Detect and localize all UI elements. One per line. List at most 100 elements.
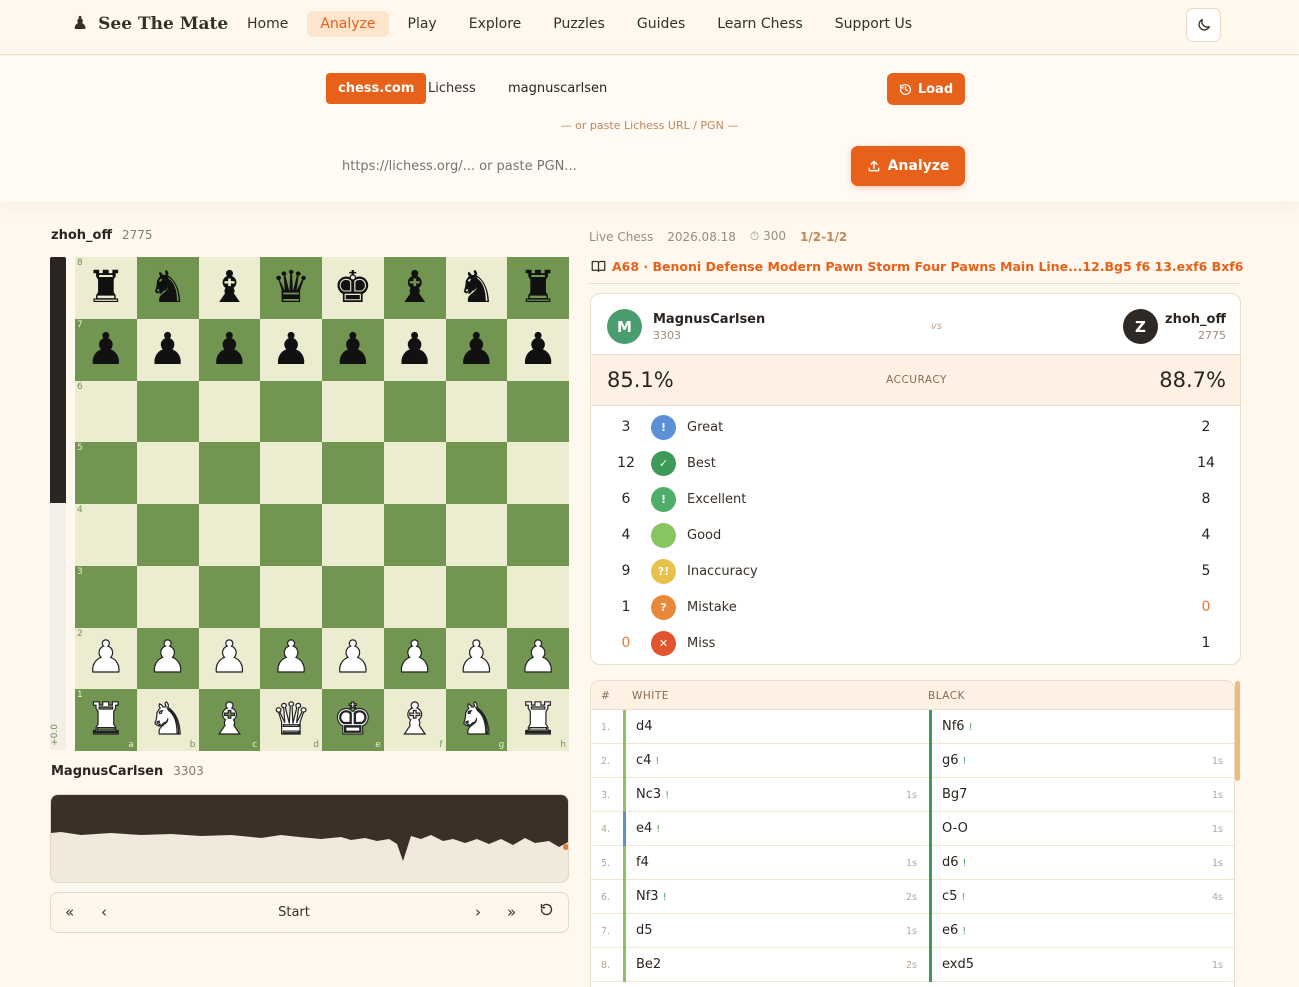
classification-great[interactable]: 3! Great 2 xyxy=(591,410,1240,446)
black-pawn-icon[interactable]: ♟ xyxy=(333,327,372,372)
white-pawn-icon[interactable]: ♟ xyxy=(333,635,374,680)
square-d2[interactable]: ♟ xyxy=(260,627,322,690)
black-rook-icon[interactable]: ♜ xyxy=(86,265,125,310)
white-move[interactable]: Be2 2s xyxy=(623,948,929,982)
white-move[interactable]: e4! xyxy=(623,812,929,846)
square-a8[interactable]: 8 ♜ xyxy=(75,257,137,319)
black-pawn-icon[interactable]: ♟ xyxy=(395,327,434,372)
square-c7[interactable]: ♟ xyxy=(198,318,261,381)
square-g8[interactable]: ♞ xyxy=(445,257,508,319)
square-d1[interactable]: d ♛ xyxy=(260,689,322,751)
black-move[interactable]: Nf6! xyxy=(929,710,1234,744)
logo[interactable]: ♟ See The Mate xyxy=(72,14,228,34)
classification-miss[interactable]: 0 ✕ Miss 1 xyxy=(591,626,1240,662)
square-b2[interactable]: ♟ xyxy=(136,627,199,690)
square-f7[interactable]: ♟ xyxy=(383,318,446,381)
square-b8[interactable]: ♞ xyxy=(136,257,199,319)
black-pawn-icon[interactable]: ♟ xyxy=(210,327,249,372)
square-h1[interactable]: h ♜ xyxy=(507,689,569,751)
classification-inaccuracy[interactable]: 9?! Inaccuracy 5 xyxy=(591,554,1240,590)
black-knight-icon[interactable]: ♞ xyxy=(148,265,187,310)
black-move[interactable]: Bg7 1s xyxy=(929,778,1234,812)
nav-link-puzzles[interactable]: Puzzles xyxy=(540,11,618,37)
nav-link-learn-chess[interactable]: Learn Chess xyxy=(704,11,815,37)
square-h2[interactable]: ♟ xyxy=(507,627,569,690)
black-move[interactable]: d6! 1s xyxy=(929,846,1234,880)
square-g3[interactable] xyxy=(445,565,508,628)
white-move[interactable]: Nf3! 2s xyxy=(623,880,929,914)
square-f3[interactable] xyxy=(383,565,446,628)
square-g7[interactable]: ♟ xyxy=(445,318,508,381)
square-g6[interactable] xyxy=(445,380,508,443)
square-c8[interactable]: ♝ xyxy=(198,257,261,319)
black-bishop-icon[interactable]: ♝ xyxy=(210,265,249,310)
chess-board[interactable]: 8 ♜ ♞ ♝ ♛ ♚ ♝ ♞ ♜ 7 ♟ ♟ ♟ ♟ ♟ ♟ ♟ ♟ 6 5 4 3 2 ♟ ♟ ♟ ♟ ♟ ♟ ♟ ♟ 1 a ♜ b ♞ c ♝ d ♛… xyxy=(75,257,569,751)
white-rook-icon[interactable]: ♜ xyxy=(86,697,127,742)
classification-mistake[interactable]: 1? Mistake 0 xyxy=(591,590,1240,626)
nav-link-play[interactable]: Play xyxy=(395,11,450,37)
black-knight-icon[interactable]: ♞ xyxy=(457,265,496,310)
white-pawn-icon[interactable]: ♟ xyxy=(456,635,497,680)
white-king-icon[interactable]: ♚ xyxy=(333,697,374,742)
square-b1[interactable]: b ♞ xyxy=(136,689,199,751)
square-h5[interactable] xyxy=(507,442,569,504)
source-chesscom-button[interactable]: chess.com xyxy=(326,73,427,104)
square-c5[interactable] xyxy=(198,442,261,504)
square-e8[interactable]: ♚ xyxy=(322,257,384,319)
opening[interactable]: A68 · Benoni Defense Modern Pawn Storm F… xyxy=(591,259,1243,274)
square-h3[interactable] xyxy=(507,565,569,628)
square-d4[interactable] xyxy=(260,504,322,566)
nav-link-analyze[interactable]: Analyze xyxy=(307,11,389,37)
black-pawn-icon[interactable]: ♟ xyxy=(457,327,496,372)
square-e5[interactable] xyxy=(322,442,384,504)
square-a7[interactable]: 7 ♟ xyxy=(75,318,137,381)
square-e1[interactable]: e ♚ xyxy=(322,689,384,751)
square-c4[interactable] xyxy=(198,504,261,566)
white-pawn-icon[interactable]: ♟ xyxy=(394,635,435,680)
white-move[interactable]: c4! xyxy=(623,744,929,778)
load-button[interactable]: Load xyxy=(887,73,965,105)
move-list-scrollbar[interactable] xyxy=(1235,681,1240,781)
white-pawn-icon[interactable]: ♟ xyxy=(209,635,250,680)
nav-link-support-us[interactable]: Support Us xyxy=(822,11,925,37)
source-lichess-button[interactable]: Lichess xyxy=(416,73,488,104)
square-h7[interactable]: ♟ xyxy=(507,318,569,381)
square-f1[interactable]: f ♝ xyxy=(383,689,446,751)
square-d6[interactable] xyxy=(260,380,322,443)
square-a5[interactable]: 5 xyxy=(75,442,137,504)
square-g1[interactable]: g ♞ xyxy=(445,689,508,751)
square-c2[interactable]: ♟ xyxy=(198,627,261,690)
square-h4[interactable] xyxy=(507,504,569,566)
square-d8[interactable]: ♛ xyxy=(260,257,322,319)
square-e7[interactable]: ♟ xyxy=(322,318,384,381)
square-g5[interactable] xyxy=(445,442,508,504)
nav-link-home[interactable]: Home xyxy=(234,11,301,37)
square-d5[interactable] xyxy=(260,442,322,504)
evaluation-graph[interactable] xyxy=(50,794,569,883)
square-d3[interactable] xyxy=(260,565,322,628)
white-rook-icon[interactable]: ♜ xyxy=(518,697,559,742)
white-move[interactable]: Nc3! 1s xyxy=(623,778,929,812)
white-bishop-icon[interactable]: ♝ xyxy=(209,697,250,742)
square-c1[interactable]: c ♝ xyxy=(198,689,261,751)
square-e2[interactable]: ♟ xyxy=(322,627,384,690)
black-move[interactable]: exd5 1s xyxy=(929,948,1234,982)
nav-link-guides[interactable]: Guides xyxy=(624,11,698,37)
square-a3[interactable]: 3 xyxy=(75,565,137,628)
white-pawn-icon[interactable]: ♟ xyxy=(86,635,127,680)
square-e6[interactable] xyxy=(322,380,384,443)
square-a1[interactable]: 1 a ♜ xyxy=(75,689,137,751)
square-e4[interactable] xyxy=(322,504,384,566)
square-c6[interactable] xyxy=(198,380,261,443)
white-pawn-icon[interactable]: ♟ xyxy=(147,635,188,680)
square-f2[interactable]: ♟ xyxy=(383,627,446,690)
square-a4[interactable]: 4 xyxy=(75,504,137,566)
pgn-url-input[interactable] xyxy=(326,148,846,184)
square-c3[interactable] xyxy=(198,565,261,628)
square-b4[interactable] xyxy=(136,504,199,566)
black-pawn-icon[interactable]: ♟ xyxy=(271,327,310,372)
black-pawn-icon[interactable]: ♟ xyxy=(86,327,125,372)
white-pawn-icon[interactable]: ♟ xyxy=(518,635,559,680)
square-h6[interactable] xyxy=(507,380,569,443)
flip-board-icon[interactable] xyxy=(539,902,554,921)
